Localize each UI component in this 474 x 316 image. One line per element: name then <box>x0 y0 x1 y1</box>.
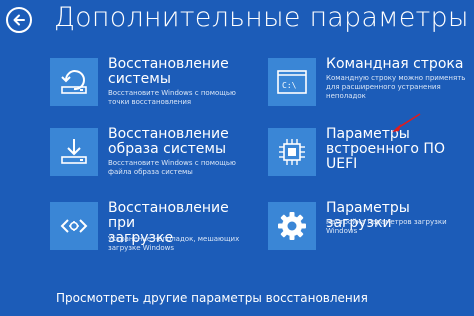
image-recovery-icon <box>50 128 98 176</box>
startup-settings-option[interactable]: Параметры загрузки Настройка параметров … <box>268 201 468 262</box>
option-description: Устранение неполадок, мешающих загрузке … <box>108 235 240 252</box>
command-prompt-option[interactable]: C:\ Командная строка Командную строку мо… <box>268 56 468 118</box>
option-title: Восстановление образа системы <box>108 126 229 157</box>
option-title: Командная строка <box>326 56 464 72</box>
command-prompt-icon: C:\ <box>268 58 316 106</box>
back-button[interactable] <box>6 7 32 33</box>
gear-icon <box>268 202 316 250</box>
option-title: Восстановление системы <box>108 56 229 87</box>
more-recovery-options-link[interactable]: Просмотреть другие параметры восстановле… <box>56 291 368 305</box>
startup-repair-option[interactable]: Восстановление при загрузке Устранение н… <box>50 201 250 262</box>
system-image-recovery-option[interactable]: Восстановление образа системы Восстанови… <box>50 126 240 188</box>
back-arrow-icon <box>13 14 25 26</box>
uefi-firmware-option[interactable]: Параметры встроенного ПО UEFI <box>268 126 468 188</box>
option-description: Восстановите Windows с помощью файла обр… <box>108 159 236 176</box>
startup-repair-icon <box>50 202 98 250</box>
annotation-arrow-icon <box>392 113 421 132</box>
chip-icon <box>268 128 316 176</box>
page-title: Дополнительные параметры <box>54 2 469 33</box>
system-restore-option[interactable]: Восстановление системы Восстановите Wind… <box>50 56 240 118</box>
svg-text:C:\: C:\ <box>282 81 297 90</box>
restore-icon <box>50 58 98 106</box>
option-description: Настройка параметров загрузки Windows <box>326 218 447 235</box>
option-title: Параметры встроенного ПО UEFI <box>326 126 445 172</box>
option-description: Восстановите Windows с помощью точки вос… <box>108 89 236 106</box>
option-description: Командную строку можно применять для рас… <box>326 74 466 100</box>
